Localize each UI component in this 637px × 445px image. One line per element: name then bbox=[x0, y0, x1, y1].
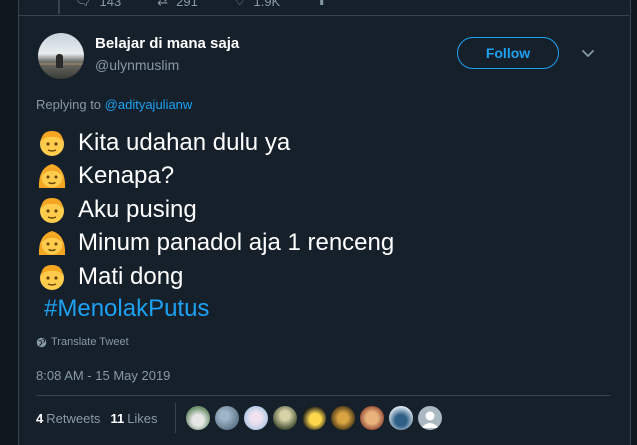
stats-separator bbox=[175, 403, 176, 433]
default-avatar-icon[interactable] bbox=[418, 406, 442, 430]
stats-divider bbox=[36, 395, 610, 396]
boy-emoji-icon bbox=[36, 261, 68, 293]
retweet-action[interactable]: ⇄ 291 bbox=[157, 0, 198, 9]
liker-avatar[interactable] bbox=[186, 406, 210, 430]
liker-avatar[interactable] bbox=[302, 406, 326, 430]
liker-avatar[interactable] bbox=[331, 406, 355, 430]
thread-connector-line bbox=[58, 0, 60, 14]
like-action[interactable]: ♡ 1.9K bbox=[234, 0, 280, 9]
liker-avatar[interactable] bbox=[244, 406, 268, 430]
tweet-divider bbox=[18, 15, 629, 16]
tweet-line-text: Mati dong bbox=[78, 262, 184, 290]
previous-tweet-actions: 🗨 143 ⇄ 291 ♡ 1.9K ⬆ bbox=[75, 0, 371, 10]
like-icon: ♡ bbox=[233, 0, 246, 8]
girl-emoji-icon bbox=[36, 160, 68, 192]
replying-to-prefix: Replying to bbox=[36, 97, 102, 112]
retweet-icon: ⇄ bbox=[157, 0, 169, 8]
liker-avatar[interactable] bbox=[360, 406, 384, 430]
tweet-line: Kita udahan dulu ya bbox=[36, 126, 394, 160]
tweet-line-text: Minum panadol aja 1 renceng bbox=[78, 229, 395, 257]
retweet-count: 291 bbox=[176, 0, 198, 9]
reply-action[interactable]: 🗨 143 bbox=[75, 0, 121, 9]
page: 🗨 143 ⇄ 291 ♡ 1.9K ⬆ Belajar di mana saj… bbox=[0, 0, 637, 445]
retweets-label: Retweets bbox=[46, 411, 101, 426]
replying-to-user-link[interactable]: @adityajulianw bbox=[105, 97, 193, 112]
liker-avatar[interactable] bbox=[389, 406, 413, 430]
boy-emoji-icon bbox=[36, 127, 68, 159]
likes-count: 11 bbox=[110, 411, 125, 426]
avatar-figure bbox=[56, 54, 63, 68]
like-count: 1.9K bbox=[253, 0, 281, 9]
reply-icon: 🗨 bbox=[75, 0, 92, 8]
timestamp[interactable]: 8:08 AM - 15 May 2019 bbox=[36, 368, 170, 383]
tweet-line: Mati dong bbox=[36, 260, 394, 294]
liker-avatars bbox=[186, 406, 447, 430]
tweet-line: Kenapa? bbox=[36, 160, 394, 194]
tweet-line: Aku pusing bbox=[36, 193, 394, 227]
replying-to: Replying to @adityajulianw bbox=[36, 97, 192, 112]
tweet-line-text: Kenapa? bbox=[78, 162, 175, 190]
share-icon: ⬆ bbox=[316, 0, 328, 8]
reply-count: 143 bbox=[99, 0, 122, 9]
retweets-stat[interactable]: 4 Retweets bbox=[36, 411, 100, 426]
boy-emoji-icon bbox=[36, 194, 68, 226]
translate-label: Translate Tweet bbox=[51, 336, 129, 348]
follow-button[interactable]: Follow bbox=[457, 37, 559, 69]
author-handle[interactable]: @ulynmuslim bbox=[95, 57, 179, 73]
liker-avatar[interactable] bbox=[215, 406, 239, 430]
girl-emoji-icon bbox=[36, 227, 68, 259]
retweets-count: 4 bbox=[36, 411, 44, 426]
tweet-line: Minum panadol aja 1 renceng bbox=[36, 227, 394, 261]
liker-avatar[interactable] bbox=[273, 406, 297, 430]
author-display-name[interactable]: Belajar di mana saja bbox=[95, 35, 239, 52]
likes-stat[interactable]: 11 Likes bbox=[110, 411, 157, 426]
tweet-text: Kita udahan dulu ya Kenapa? Aku pusing M… bbox=[36, 126, 394, 294]
hashtag-link[interactable]: #MenolakPutus bbox=[44, 295, 209, 323]
share-action[interactable]: ⬆ bbox=[316, 0, 335, 9]
likes-label: Likes bbox=[127, 411, 158, 426]
globe-icon bbox=[36, 337, 47, 347]
engagement-stats: 4 Retweets 11 Likes bbox=[36, 411, 168, 426]
chevron-down-icon[interactable] bbox=[580, 45, 596, 61]
translate-tweet-link[interactable]: Translate Tweet bbox=[36, 336, 129, 348]
tweet-line-text: Kita udahan dulu ya bbox=[78, 128, 291, 156]
tweet-line-text: Aku pusing bbox=[78, 195, 197, 223]
avatar[interactable] bbox=[38, 33, 84, 79]
